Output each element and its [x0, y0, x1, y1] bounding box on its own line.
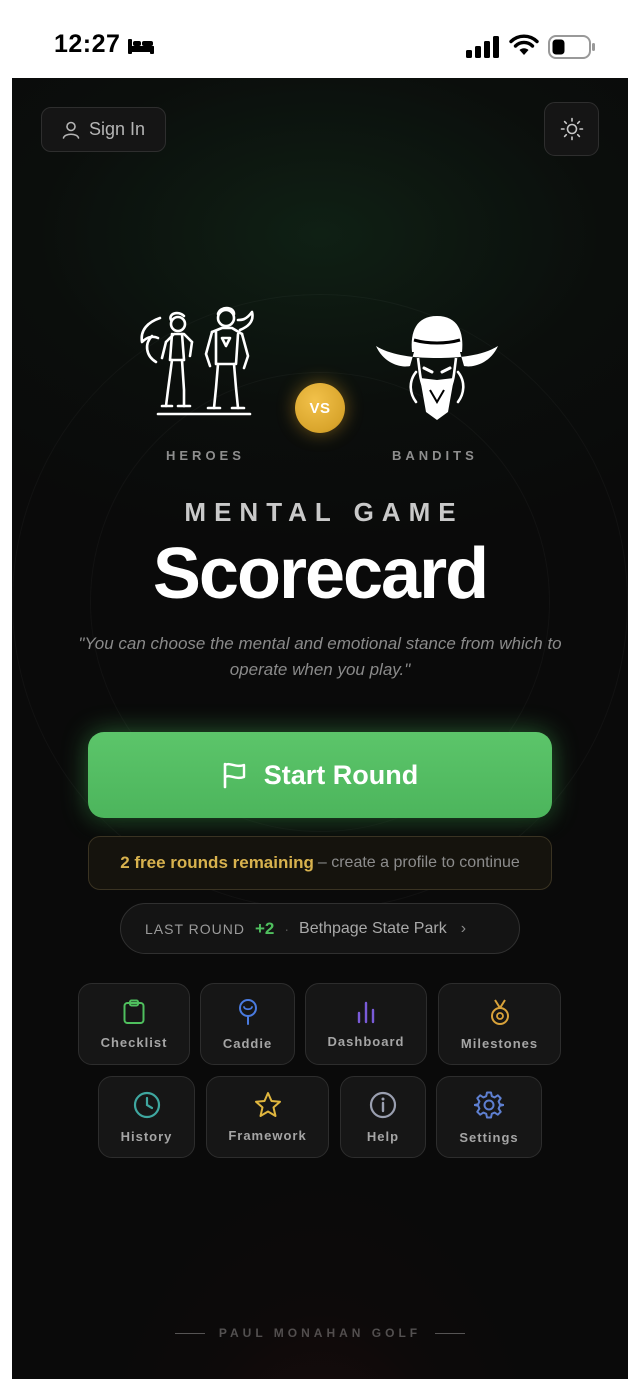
help-tile[interactable]: Help — [340, 1076, 426, 1158]
footer-brand-text: PAUL MONAHAN GOLF — [218, 1326, 422, 1340]
caddie-tile[interactable]: Caddie — [200, 983, 295, 1065]
bandit-illustration-icon — [376, 316, 498, 420]
sign-in-button[interactable]: Sign In — [41, 107, 166, 152]
last-round-course: Bethpage State Park — [299, 919, 447, 937]
bar-chart-icon — [357, 1001, 375, 1023]
footer-divider — [435, 1332, 466, 1334]
milestones-tile[interactable]: Milestones — [438, 983, 561, 1065]
chevron-right-icon: › — [460, 919, 467, 937]
checklist-tile[interactable]: Checklist — [78, 983, 190, 1065]
heroes-illustration-icon — [140, 306, 254, 416]
clipboard-icon — [123, 999, 145, 1024]
theme-toggle-button[interactable] — [544, 102, 599, 156]
history-label: History — [120, 1128, 173, 1144]
heroes-label: HEROES — [166, 448, 245, 463]
star-icon — [254, 1092, 281, 1117]
user-icon — [62, 121, 80, 139]
page-title: Scorecard — [152, 534, 489, 614]
settings-label: Settings — [459, 1129, 519, 1145]
app-screen: Sign In VS HEROES BANDITS MENTAL GAME Sc… — [12, 78, 628, 1379]
last-round-label: LAST ROUND — [145, 920, 245, 937]
free-rounds-count: 2 free rounds remaining — [120, 853, 314, 872]
start-round-label: Start Round — [263, 759, 419, 790]
subtitle-kicker: MENTAL GAME — [184, 497, 464, 527]
status-bar: 12:27 — [0, 0, 640, 78]
sign-in-label: Sign In — [89, 119, 146, 139]
medal-icon — [490, 998, 509, 1025]
dashboard-tile[interactable]: Dashboard — [305, 983, 427, 1065]
separator-dot: · — [284, 920, 290, 937]
bed-icon — [128, 39, 154, 54]
clock-icon — [133, 1091, 160, 1118]
framework-label: Framework — [228, 1128, 307, 1143]
vs-badge: VS — [295, 383, 345, 433]
status-time: 12:27 — [54, 30, 121, 58]
cellular-signal-icon — [466, 36, 499, 58]
flag-icon — [223, 762, 245, 789]
footer-brand: PAUL MONAHAN GOLF — [12, 1326, 628, 1340]
bandits-label: BANDITS — [392, 448, 478, 463]
settings-tile[interactable]: Settings — [436, 1076, 542, 1158]
battery-icon — [548, 35, 595, 59]
framework-tile[interactable]: Framework — [206, 1076, 329, 1158]
footer-divider — [174, 1332, 205, 1334]
help-label: Help — [366, 1128, 400, 1144]
info-icon — [369, 1091, 397, 1118]
last-round-pill[interactable]: LAST ROUND +2 · Bethpage State Park › — [120, 903, 520, 954]
gear-icon — [474, 1091, 504, 1118]
dashboard-label: Dashboard — [327, 1033, 405, 1049]
sun-icon — [560, 117, 583, 141]
free-rounds-cta: – create a profile to continue — [317, 854, 520, 871]
last-round-score: +2 — [254, 918, 275, 938]
start-round-button[interactable]: Start Round — [88, 732, 552, 818]
caddie-pin-icon — [238, 998, 257, 1025]
wifi-icon — [509, 34, 539, 55]
quote-text: "You can choose the mental and emotional… — [78, 634, 562, 679]
history-tile[interactable]: History — [98, 1076, 195, 1158]
caddie-label: Caddie — [222, 1035, 273, 1051]
milestones-label: Milestones — [460, 1035, 539, 1051]
free-rounds-notice[interactable]: 2 free rounds remaining – create a profi… — [88, 836, 552, 890]
checklist-label: Checklist — [100, 1034, 168, 1050]
